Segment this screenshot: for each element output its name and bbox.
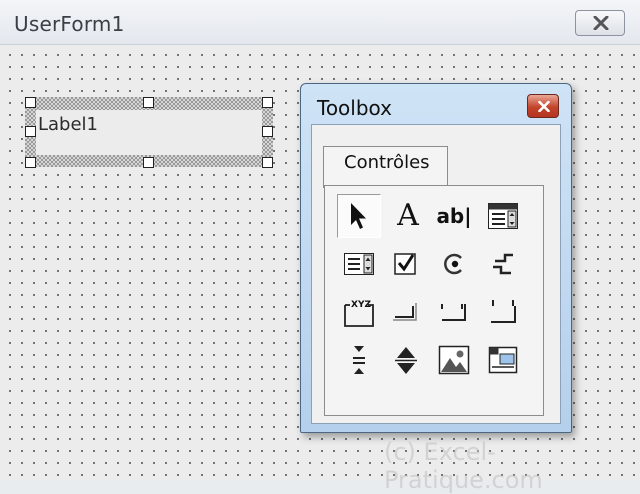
checkbox-icon — [394, 253, 416, 275]
frame-tool[interactable]: XYZ — [337, 290, 381, 334]
refedit-tool[interactable] — [481, 338, 525, 382]
label-caption: Label1 — [38, 114, 99, 135]
pointer-arrow-icon — [351, 203, 366, 229]
multipage-tool[interactable] — [481, 290, 525, 334]
refedit-icon — [488, 346, 518, 374]
tabstrip-tool[interactable] — [432, 290, 476, 334]
spinbutton-tool[interactable] — [384, 338, 428, 382]
scrollbar-icon — [353, 346, 365, 374]
resize-handle-top-right[interactable] — [262, 97, 273, 108]
resize-handle-right[interactable] — [262, 126, 273, 137]
close-icon — [538, 101, 550, 112]
textbox-tool-icon: ab| — [436, 204, 472, 228]
optionbutton-tool[interactable] — [432, 242, 476, 286]
multipage-icon — [491, 300, 516, 323]
tabstrip-icon — [441, 304, 466, 321]
resize-handle-left[interactable] — [25, 126, 36, 137]
userform-titlebar[interactable]: UserForm1 — [0, 0, 640, 45]
image-icon — [438, 345, 470, 375]
resize-handle-top-left[interactable] — [25, 97, 36, 108]
listbox-tool[interactable] — [337, 242, 381, 286]
close-icon — [593, 16, 609, 30]
resize-handle-bottom-left[interactable] — [25, 157, 36, 168]
userform-close-button[interactable] — [575, 10, 625, 36]
togglebutton-icon — [493, 253, 513, 275]
spinbutton-icon — [395, 347, 417, 374]
commandbutton-icon — [393, 303, 417, 321]
combobox-tool[interactable] — [481, 194, 525, 238]
resize-handle-bottom[interactable] — [143, 157, 154, 168]
label-tool[interactable]: A — [386, 194, 430, 238]
checkbox-tool[interactable] — [384, 242, 428, 286]
scrollbar-tool[interactable] — [337, 338, 381, 382]
togglebutton-tool[interactable] — [481, 242, 525, 286]
resize-handle-bottom-right[interactable] — [262, 157, 273, 168]
frame-icon: XYZ — [344, 300, 374, 327]
svg-text:XYZ: XYZ — [351, 300, 371, 310]
listbox-icon — [344, 253, 374, 275]
toolbox-title: Toolbox — [317, 96, 392, 120]
resize-handle-top[interactable] — [143, 97, 154, 108]
image-tool[interactable] — [432, 338, 476, 382]
textbox-tool[interactable]: ab| — [432, 194, 476, 238]
label-tool-icon: A — [397, 198, 419, 233]
watermark: (c) Excel-Pratique.com — [384, 438, 543, 494]
combobox-icon — [488, 203, 518, 229]
userform-title: UserForm1 — [14, 12, 125, 36]
toolbox-close-button[interactable] — [527, 94, 559, 118]
pointer-tool[interactable] — [337, 194, 381, 238]
tab-controles-label: Contrôles — [344, 152, 430, 173]
commandbutton-tool[interactable] — [384, 290, 428, 334]
optionbutton-icon — [444, 253, 462, 275]
